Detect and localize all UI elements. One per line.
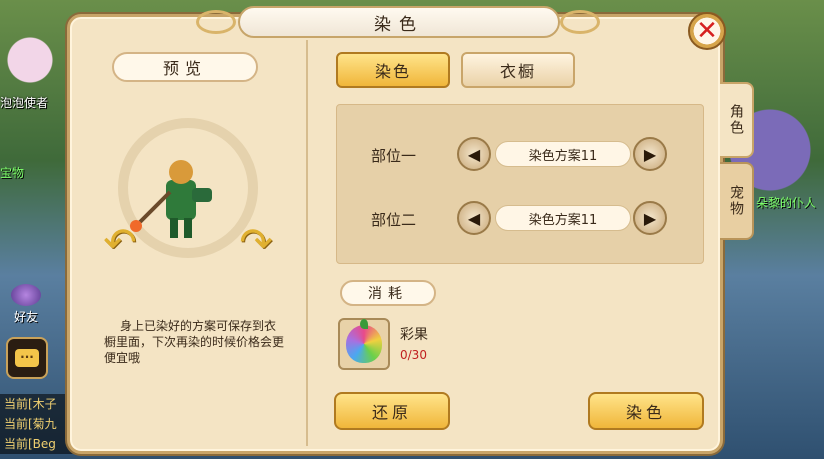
scheme-value: 染色方案11	[495, 141, 631, 167]
tab-wardrobe[interactable]: 衣橱	[461, 52, 575, 88]
item-name: 彩果	[400, 327, 428, 343]
chat-bubble-icon: ···	[15, 349, 39, 367]
title-flourish-left	[196, 10, 236, 34]
side-tab-pet[interactable]: 宠物	[720, 162, 754, 240]
friend-label: 好友	[13, 310, 38, 324]
prev-scheme-button[interactable]: ◀	[457, 201, 491, 235]
character-head	[169, 160, 193, 184]
scheme-value: 染色方案11	[495, 205, 631, 231]
chat-line: 当前[木子	[4, 397, 57, 411]
chat-line: 当前[菊九	[4, 417, 57, 431]
npc-sub-label: 宝物	[0, 166, 25, 180]
column-divider	[306, 40, 308, 446]
right-npc-label: 朵黎的仆人	[756, 196, 817, 210]
character-body	[166, 180, 196, 220]
left-hud: 泡泡使者 宝物 好友 ··· 当前[木子 当前[菊九 当前[Beg	[0, 0, 75, 459]
chat-log: 当前[木子 当前[菊九 当前[Beg	[0, 394, 75, 454]
chat-line: 当前[Beg	[4, 437, 56, 451]
npc-name-label: 泡泡使者	[0, 96, 49, 110]
dialog-title: 染色	[238, 6, 560, 38]
preview-description: 身上已染好的方案可保存到衣橱里面，下次再染的时候价格会更便宜哦	[104, 319, 285, 365]
rotate-right-arrow-icon[interactable]: ↷	[236, 220, 276, 266]
title-flourish-right	[560, 10, 600, 34]
chat-button[interactable]: ···	[6, 337, 48, 379]
preview-label: 预览	[112, 52, 258, 82]
restore-button[interactable]: 还原	[334, 392, 450, 430]
dye-button[interactable]: 染色	[588, 392, 704, 430]
item-count: 0/30	[400, 348, 427, 362]
close-button[interactable]: ✕	[688, 12, 726, 50]
character-leg-right	[184, 218, 192, 238]
rainbow-fruit-icon	[346, 319, 382, 363]
dye-slots-panel: 部位一 ◀ 染色方案11 ▶ 部位二 ◀ 染色方案11 ▶	[336, 104, 704, 264]
next-scheme-button[interactable]: ▶	[633, 201, 667, 235]
friend-icon	[11, 284, 41, 306]
slot-label: 部位二	[371, 211, 417, 229]
prev-scheme-button[interactable]: ◀	[457, 137, 491, 171]
close-x-icon: ✕	[696, 16, 718, 46]
next-scheme-button[interactable]: ▶	[633, 137, 667, 171]
side-tab-role[interactable]: 角色	[720, 82, 754, 158]
rotate-left-arrow-icon[interactable]: ↶	[100, 220, 140, 266]
slot-label: 部位一	[371, 147, 417, 165]
character-leg-left	[170, 218, 178, 238]
friend-button[interactable]: 好友	[6, 284, 46, 328]
character-model[interactable]	[130, 148, 230, 248]
consume-label: 消耗	[340, 280, 436, 306]
slot-row-2: 部位二 ◀ 染色方案11 ▶	[337, 201, 705, 237]
slot-row-1: 部位一 ◀ 染色方案11 ▶	[337, 137, 705, 173]
character-arm	[192, 188, 212, 202]
item-slot[interactable]	[338, 318, 390, 370]
tab-dye[interactable]: 染色	[336, 52, 450, 88]
